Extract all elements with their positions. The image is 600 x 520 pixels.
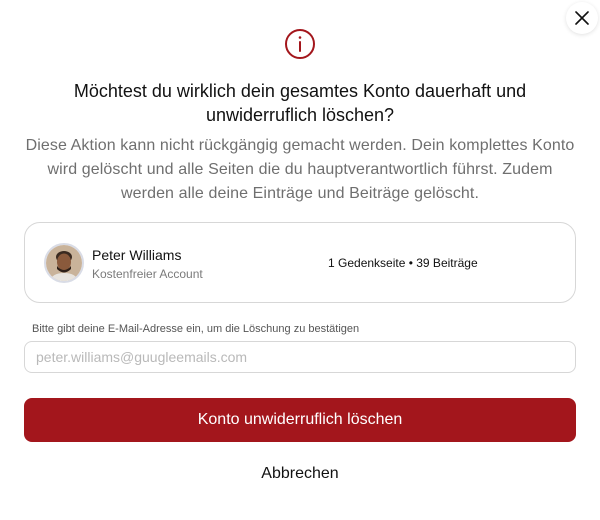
delete-account-dialog: Möchtest du wirklich dein gesamtes Konto… (0, 0, 600, 520)
account-stats: 1 Gedenkseite • 39 Beiträge (328, 256, 478, 270)
close-icon (575, 11, 589, 25)
close-button[interactable] (566, 2, 598, 34)
user-plan: Kostenfreier Account (92, 267, 203, 281)
avatar (44, 243, 84, 283)
account-card: Peter Williams Kostenfreier Account 1 Ge… (24, 222, 576, 303)
dialog-title: Möchtest du wirklich dein gesamtes Konto… (73, 81, 527, 125)
user-avatar-icon (46, 245, 82, 281)
email-confirm-label: Bitte gibt deine E-Mail-Adresse ein, um … (32, 323, 360, 335)
email-field[interactable] (24, 341, 576, 373)
dialog-description: Diese Aktion kann nicht rückgängig gemac… (25, 137, 575, 202)
delete-account-button[interactable]: Konto unwiderruflich löschen (24, 398, 576, 442)
cancel-button[interactable]: Abbrechen (200, 458, 400, 490)
info-circle-icon (285, 29, 315, 59)
user-name: Peter Williams (92, 247, 182, 263)
